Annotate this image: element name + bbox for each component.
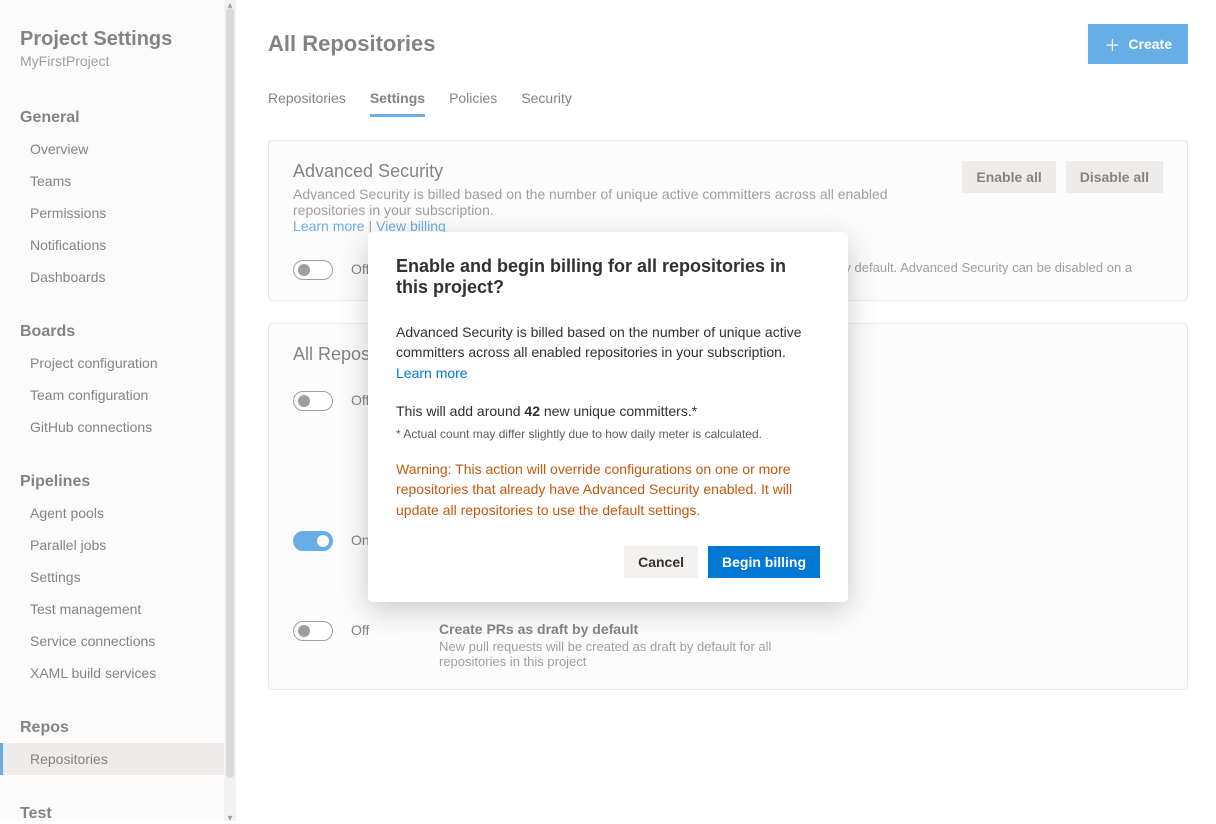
dialog-learn-more-link[interactable]: Learn more [396, 365, 468, 381]
dialog-committer-count: 42 [524, 403, 540, 419]
dialog-body-2a: This will add around [396, 403, 524, 419]
dialog-body-2b: new unique committers.* [540, 403, 697, 419]
dialog-body-1: Advanced Security is billed based on the… [396, 324, 801, 360]
dialog-warning: Warning: This action will override confi… [396, 459, 820, 520]
cancel-button[interactable]: Cancel [624, 546, 698, 578]
dialog-title: Enable and begin billing for all reposit… [396, 256, 820, 298]
billing-dialog: Enable and begin billing for all reposit… [368, 232, 848, 602]
begin-billing-button[interactable]: Begin billing [708, 546, 820, 578]
dialog-footnote: * Actual count may differ slightly due t… [396, 427, 820, 441]
modal-overlay[interactable]: Enable and begin billing for all reposit… [0, 0, 1216, 821]
